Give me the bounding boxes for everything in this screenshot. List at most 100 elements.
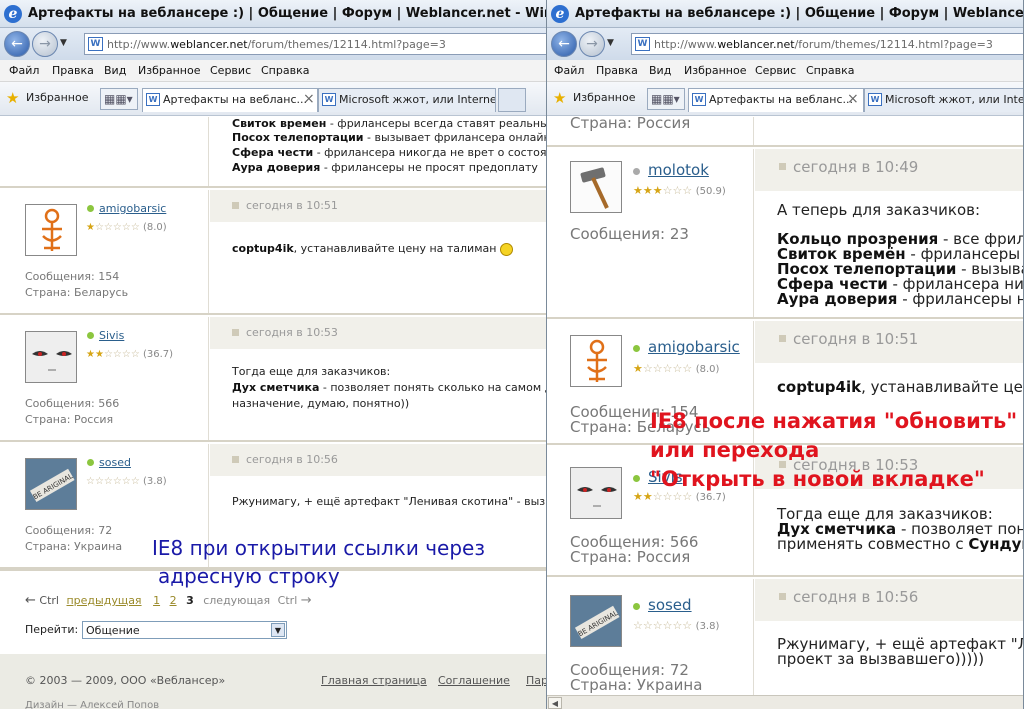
post-text: coptup4ik, устанавливайте цену [777,378,1023,396]
annotation-line-1: IE8 после нажатия "обновить" [650,409,1018,433]
current-page: 3 [186,594,194,607]
menu-file[interactable]: Файл [9,64,39,77]
username-link[interactable]: amigobarsic [648,338,740,356]
user-country: Страна: Украина [570,676,703,694]
menu-favorites[interactable]: Избранное [684,64,746,77]
menu-favorites[interactable]: Избранное [138,64,200,77]
back-button[interactable]: ← [551,31,577,57]
username-link[interactable]: sosed [648,596,692,614]
footer-link-partners[interactable]: Пар [526,674,546,687]
favorites-button[interactable]: Избранное [26,91,88,104]
url-path: /forum/themes/12114.html?page=3 [794,38,993,51]
horizontal-scrollbar[interactable]: ◀ [547,695,1023,709]
menu-tools[interactable]: Сервис [210,64,251,77]
menu-edit[interactable]: Правка [52,64,94,77]
ie-logo-icon: e [4,5,22,23]
post-time: сегодня в 10:56 [793,588,919,606]
footer-link-agreement[interactable]: Соглашение [438,674,510,687]
post-line: Аура доверия - фрилансеры не просят пред… [232,161,538,174]
post-link-icon[interactable] [779,335,786,342]
url-prefix: http://www. [107,38,171,51]
page-2-link[interactable]: 2 [170,594,177,607]
post-body: сегодня в 10:51 coptup4ik, устанавливайт… [210,190,546,313]
username-link[interactable]: Sivis [99,329,124,342]
menu-view[interactable]: Вид [649,64,671,77]
forum-post: Sivis ★★☆☆☆☆ (36.7) Сообщения: 566 Стран… [0,317,546,442]
post-link-icon[interactable] [232,456,239,463]
online-status-icon [87,205,94,212]
rating-stars: ★★☆☆☆☆ (36.7) [633,490,726,503]
prev-page-link[interactable]: предыдущая [66,594,141,607]
address-toolbar: ← → ▼ W http://www.weblancer.net/forum/t… [547,28,1023,60]
next-arrow-icon: → [300,593,312,608]
chevron-down-icon[interactable]: ▼ [271,623,285,637]
user-country: Страна: Россия [25,413,114,426]
username-link[interactable]: amigobarsic [99,202,166,215]
post-partial: Свиток времен - фрилансеры всегда ставят… [0,117,546,188]
quick-tabs-button[interactable]: ▦▦▾ [100,88,138,110]
rating-value: (50.9) [695,186,726,197]
user-country: Страна: Россия [570,117,691,132]
address-input[interactable]: W http://www.weblancer.net/forum/themes/… [631,33,1023,55]
history-dropdown-icon[interactable]: ▼ [60,38,67,48]
tab-artifacts[interactable]: W Артефакты на вебланс... [688,88,864,112]
user-column: amigobarsic ★☆☆☆☆☆ (8.0) Сообщения: 154 … [0,190,209,313]
avatar: BE ARIGINAL [570,595,622,647]
address-input[interactable]: W http://www.weblancer.net/forum/themes/… [84,33,546,55]
menu-view[interactable]: Вид [104,64,126,77]
tab-microsoft[interactable]: W Microsoft жжот, или Interne... [864,88,1023,112]
back-button[interactable]: ← [4,31,30,57]
menu-help[interactable]: Справка [806,64,854,77]
post-time: сегодня в 10:49 [793,158,919,176]
menu-bar: Файл Правка Вид Избранное Сервис Справка [547,60,1023,82]
username-link[interactable]: molotok [648,161,709,179]
post-link-icon[interactable] [779,163,786,170]
menu-help[interactable]: Справка [261,64,309,77]
menu-edit[interactable]: Правка [596,64,638,77]
tab-label: Артефакты на вебланс... [163,93,308,106]
tab-close-icon[interactable]: × [847,91,859,107]
username-link[interactable]: sosed [99,456,131,469]
history-dropdown-icon[interactable]: ▼ [607,38,614,48]
user-column: molotok ★★★☆☆☆ (50.9) Сообщения: 23 [547,149,754,317]
post-time: сегодня в 10:53 [246,326,338,339]
tab-microsoft[interactable]: W Microsoft жжот, или Interne... [318,88,496,112]
menu-file[interactable]: Файл [554,64,584,77]
rating-stars: ★★★☆☆☆ (50.9) [633,184,726,197]
online-status-icon [87,459,94,466]
annotation-line-1: IE8 при открытии ссылки через [152,536,485,560]
forward-button[interactable]: → [579,31,605,57]
post-link-icon[interactable] [232,329,239,336]
quick-tabs-button[interactable]: ▦▦▾ [647,88,685,110]
new-tab-button[interactable] [498,88,526,112]
post-link-icon[interactable] [232,202,239,209]
post-header: сегодня в 10:53 [210,317,546,349]
post-text: А теперь для заказчиков: [777,201,981,219]
favorites-button[interactable]: Избранное [573,91,635,104]
post-time: сегодня в 10:56 [246,453,338,466]
goto-select[interactable]: Общение ▼ [82,621,287,639]
tab-artifacts[interactable]: W Артефакты на вебланс... [142,88,318,112]
post-text: применять совместно с Сундуко [777,535,1023,553]
page-1-link[interactable]: 1 [153,594,160,607]
rating-stars: ★★☆☆☆☆ (36.7) [86,349,174,360]
avatar [570,335,622,387]
post-line: Сфера чести - фрилансера никогда не врет… [232,146,546,159]
avatar [25,204,77,256]
favorites-star-icon[interactable]: ★ [553,89,566,107]
user-column: Sivis ★★☆☆☆☆ (36.7) Сообщения: 566 Стран… [0,317,209,440]
menu-tools[interactable]: Сервис [755,64,796,77]
favorites-star-icon[interactable]: ★ [6,89,19,107]
tab-site-icon: W [146,93,160,106]
url-prefix: http://www. [654,38,718,51]
footer-link-home[interactable]: Главная страница [321,674,427,687]
post-link-icon[interactable] [779,593,786,600]
scroll-left-icon[interactable]: ◀ [548,697,562,709]
tab-close-icon[interactable]: × [303,91,315,107]
post-header: сегодня в 10:56 [210,444,546,476]
forward-button[interactable]: → [32,31,58,57]
forum-post: amigobarsic ★☆☆☆☆☆ (8.0) Сообщения: 154 … [0,190,546,315]
url-domain: weblancer.net [170,38,248,51]
post-text: Тогда еще для заказчиков: [232,365,391,378]
url-text: http://www.weblancer.net/forum/themes/12… [654,38,993,51]
